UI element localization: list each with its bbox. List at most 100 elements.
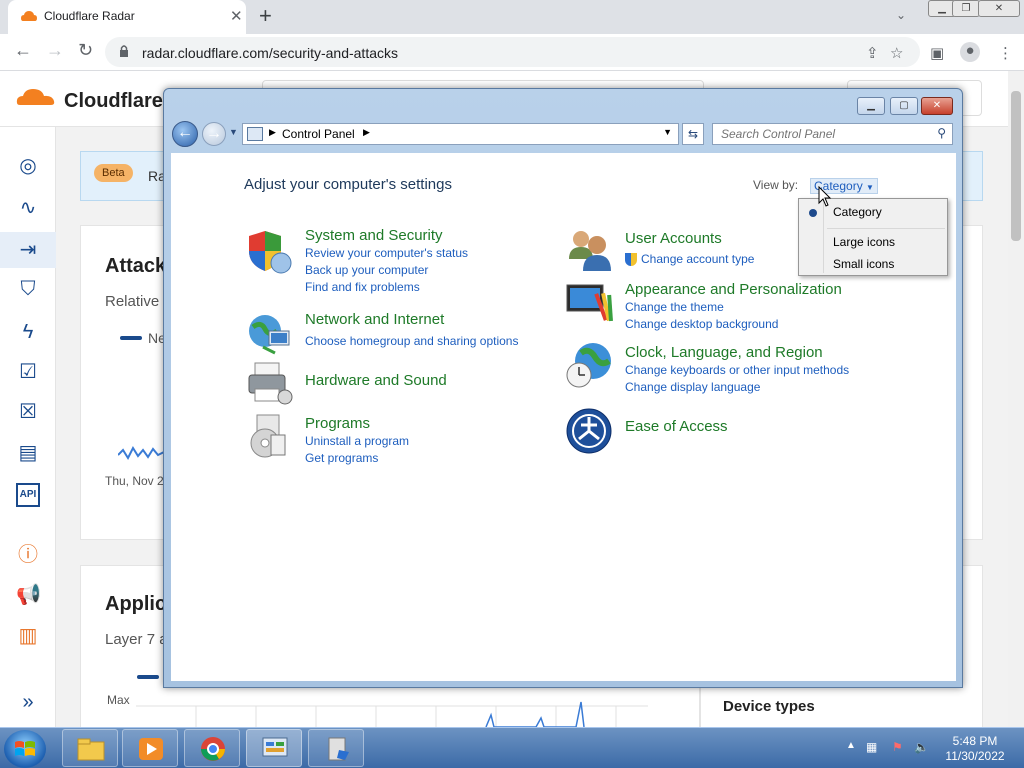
network-globe-icon [249,315,290,355]
category-title[interactable]: System and Security [305,227,443,244]
minimize-window-button[interactable]: ▁ [857,97,885,115]
tab-cloudflare-radar[interactable]: Cloudflare Radar ✕ [8,0,246,34]
category-link[interactable]: Change the theme [625,300,724,314]
category-link[interactable]: Change desktop background [625,317,778,331]
search-icon[interactable]: ⚲ [937,126,946,140]
refresh-icon[interactable]: ⇆ [682,123,704,145]
category-title[interactable]: Programs [305,415,370,432]
bookmark-star-icon[interactable]: ☆ [890,44,903,62]
category-link[interactable]: Change account type [641,252,754,266]
chrome-icon [201,737,225,761]
address-bar[interactable]: radar.cloudflare.com/security-and-attack… [105,37,920,67]
category-link[interactable]: Uninstall a program [305,434,409,448]
menu-item-large-icons[interactable]: Large icons [833,235,895,249]
legend-swatch-2 [137,675,159,679]
control-panel-small-icon [247,127,263,141]
date-label: Thu, Nov 2 [105,474,164,488]
tab-close-icon[interactable]: ✕ [230,7,243,25]
system-clock[interactable]: 5:48 PM 11/30/2022 [940,734,1010,764]
restore-browser-button[interactable]: ❐ [952,0,980,17]
category-title[interactable]: Appearance and Personalization [625,281,842,298]
help-icon[interactable]: ⓘ [16,543,40,567]
calendar-x-icon[interactable]: ☒ [16,400,40,424]
new-tab-button[interactable]: + [259,3,272,29]
share-icon[interactable]: ⇪ [866,44,879,62]
beta-badge: Beta [94,164,133,182]
category-link[interactable]: Find and fix problems [305,280,420,294]
view-by-menu: Category Large icons Small icons [798,198,948,276]
megaphone-icon[interactable]: 📢 [16,583,41,607]
api-icon[interactable]: API [16,483,40,507]
attacks-sparkline [118,445,164,461]
close-browser-button[interactable]: ✕ [978,0,1020,17]
application-chart-grid [136,701,648,727]
clock-time: 5:48 PM [952,734,998,748]
category-title[interactable]: Network and Internet [305,311,444,328]
category-title[interactable]: Clock, Language, and Region [625,344,823,361]
taskbar-control-panel[interactable] [246,729,302,767]
recent-pages-chevron-icon[interactable]: ▼ [229,127,238,137]
category-title[interactable]: Hardware and Sound [305,372,447,389]
cloudflare-logo-text: Cloudflare [64,90,163,112]
clock-globe-icon [566,343,611,388]
browser-toolbar: ← → ↻ radar.cloudflare.com/security-and-… [0,34,1024,71]
control-panel-window: ▁ ▢ ✕ ← → ▼ ▶ Control Panel ▶ ▼ ⇆ ⚲ Adju… [163,88,963,688]
taskbar-chrome[interactable] [184,729,240,767]
folder-icon [77,738,105,761]
search-input[interactable] [713,124,923,144]
show-hidden-icons-icon[interactable]: ▲ [846,740,856,751]
globe-icon[interactable]: ◎ [16,154,40,178]
volume-icon[interactable]: 🔈 [914,740,929,754]
taskbar-media-player[interactable] [122,729,178,767]
menu-gutter [823,201,824,273]
control-panel-icon [262,737,288,757]
side-panel-icon[interactable]: ▣ [930,44,944,62]
taskbar-explorer[interactable] [62,729,118,767]
category-link[interactable]: Change keyboards or other input methods [625,363,849,377]
category-link[interactable]: Get programs [305,451,378,465]
scrollbar-thumb[interactable] [1011,91,1021,241]
book-icon[interactable]: ▥ [16,624,40,648]
back-arrow-icon[interactable]: ← [172,121,198,147]
close-window-button[interactable]: ✕ [921,97,953,115]
category-link[interactable]: Back up your computer [305,263,428,277]
category-link[interactable]: Change display language [625,380,760,394]
shield-icon[interactable]: ⛉ [16,277,40,301]
document-check-icon[interactable]: ▤ [16,441,40,465]
menu-item-category[interactable]: Category [833,205,882,219]
category-title[interactable]: Ease of Access [625,418,728,435]
taskbar-installer[interactable] [308,729,364,767]
browser-menu-icon[interactable]: ⋮ [998,44,1013,62]
search-box[interactable]: ⚲ [712,123,953,145]
start-button[interactable] [4,730,46,768]
calendar-check-icon[interactable]: ☑ [16,360,40,384]
forward-icon[interactable]: → [46,40,64,61]
profile-avatar-icon[interactable]: ● [960,42,980,62]
back-icon[interactable]: ← [14,40,32,61]
expand-sidebar-icon[interactable]: » [16,690,40,714]
tab-search-icon[interactable]: ⌄ [896,8,906,22]
application-card-subtitle: Layer 7 a [105,631,168,648]
trend-icon[interactable]: ∿ [16,196,40,220]
page-scrollbar[interactable] [1008,71,1024,727]
page-heading: Adjust your computer's settings [244,176,452,193]
address-dropdown-icon[interactable]: ▼ [663,127,672,137]
lightning-icon[interactable]: ϟ [16,320,40,344]
max-label: Max [107,693,130,707]
breadcrumb-arrow-icon-2[interactable]: ▶ [363,127,370,138]
category-link[interactable]: Choose homegroup and sharing options [305,334,518,348]
network-tray-icon[interactable]: ▦ [866,740,877,754]
view-by-chevron-icon: ▼ [866,183,874,192]
maximize-window-button[interactable]: ▢ [890,97,918,115]
category-link[interactable]: Review your computer's status [305,246,468,260]
security-attacks-icon[interactable]: ⇥ [0,232,56,268]
view-by-label: View by: [753,178,799,192]
action-center-icon[interactable]: ⚑ [892,740,903,754]
breadcrumb-control-panel[interactable]: Control Panel [282,127,355,141]
forward-arrow-icon[interactable]: → [202,122,226,146]
category-title[interactable]: User Accounts [625,230,722,247]
breadcrumb-arrow-icon[interactable]: ▶ [269,127,276,138]
menu-item-small-icons[interactable]: Small icons [833,257,894,271]
reload-icon[interactable]: ↻ [78,40,93,61]
address-breadcrumb-bar[interactable]: ▶ Control Panel ▶ ▼ [242,123,679,145]
